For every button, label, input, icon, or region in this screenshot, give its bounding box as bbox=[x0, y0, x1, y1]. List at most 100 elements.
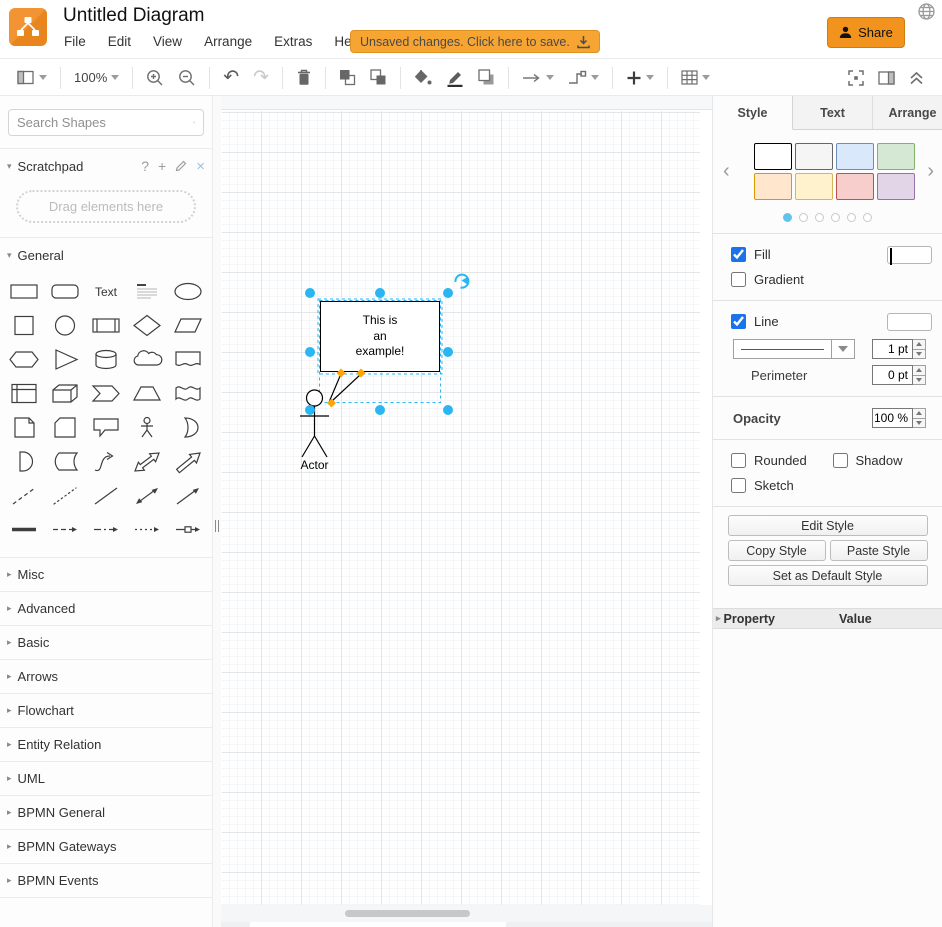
shape-diamond[interactable] bbox=[126, 309, 167, 343]
style-preset-swatch[interactable] bbox=[877, 143, 915, 170]
perimeter-spinner[interactable] bbox=[913, 365, 926, 385]
shape-trapezoid[interactable] bbox=[126, 377, 167, 411]
format-panel-toggle-button[interactable] bbox=[878, 71, 895, 85]
shape-document[interactable] bbox=[167, 343, 208, 377]
shape-or[interactable] bbox=[167, 411, 208, 445]
menu-view[interactable]: View bbox=[153, 34, 182, 49]
scratchpad-add-button[interactable]: + bbox=[158, 158, 166, 174]
connection-style-button[interactable] bbox=[522, 73, 554, 83]
shape-triangle[interactable] bbox=[45, 343, 86, 377]
copy-style-button[interactable]: Copy Style bbox=[728, 540, 826, 561]
opacity-spinner[interactable] bbox=[913, 408, 926, 428]
to-front-button[interactable] bbox=[339, 69, 356, 86]
shape-square[interactable] bbox=[4, 309, 45, 343]
scratchpad-close-button[interactable]: × bbox=[196, 158, 205, 175]
waypoint-style-button[interactable] bbox=[568, 70, 599, 85]
sidebar-section-basic[interactable]: ▸Basic bbox=[0, 625, 212, 659]
search-icon[interactable] bbox=[193, 115, 195, 130]
delete-button[interactable] bbox=[296, 69, 312, 86]
sidebar-section-flowchart[interactable]: ▸Flowchart bbox=[0, 693, 212, 727]
page-dot[interactable] bbox=[863, 213, 872, 222]
shape-callout[interactable] bbox=[86, 411, 127, 445]
gradient-checkbox[interactable] bbox=[731, 272, 746, 287]
unsaved-changes-banner[interactable]: Unsaved changes. Click here to save. bbox=[350, 30, 600, 53]
shape-line[interactable] bbox=[86, 479, 127, 513]
view-panels-button[interactable] bbox=[17, 70, 47, 85]
perimeter-input[interactable] bbox=[872, 365, 913, 385]
sidebar-section-misc[interactable]: ▸Misc bbox=[0, 557, 212, 591]
page-dot[interactable] bbox=[847, 213, 856, 222]
shape-cube[interactable] bbox=[45, 377, 86, 411]
line-style-dropdown[interactable] bbox=[733, 339, 832, 359]
rotate-handle-icon[interactable] bbox=[455, 275, 468, 288]
sidebar-section-advanced[interactable]: ▸Advanced bbox=[0, 591, 212, 625]
sidebar-splitter[interactable] bbox=[212, 96, 221, 927]
menu-arrange[interactable]: Arrange bbox=[204, 34, 252, 49]
sidebar-section-bpmn-gateways[interactable]: ▸BPMN Gateways bbox=[0, 829, 212, 863]
shape-bidirectional-arrow[interactable] bbox=[126, 445, 167, 479]
menu-file[interactable]: File bbox=[64, 34, 86, 49]
preset-next-icon[interactable]: › bbox=[927, 161, 934, 181]
preset-prev-icon[interactable]: ‹ bbox=[723, 161, 730, 181]
shape-hexagon[interactable] bbox=[4, 343, 45, 377]
shape-data-storage[interactable] bbox=[45, 445, 86, 479]
table-button[interactable] bbox=[681, 70, 710, 85]
zoom-out-button[interactable] bbox=[178, 69, 196, 87]
page-dot[interactable] bbox=[783, 213, 792, 222]
shape-card[interactable] bbox=[45, 411, 86, 445]
actor-shape[interactable] bbox=[300, 390, 329, 457]
style-preset-swatch[interactable] bbox=[836, 143, 874, 170]
horizontal-scrollbar-thumb[interactable] bbox=[345, 910, 470, 917]
shape-textbox[interactable] bbox=[126, 275, 167, 309]
search-shapes-input[interactable] bbox=[17, 115, 193, 130]
style-preset-swatch[interactable] bbox=[795, 143, 833, 170]
document-title[interactable]: Untitled Diagram bbox=[63, 5, 205, 27]
shape-cylinder[interactable] bbox=[86, 343, 127, 377]
canvas[interactable]: This is an example! Actor bbox=[221, 96, 712, 927]
shape-process[interactable] bbox=[86, 309, 127, 343]
edit-style-button[interactable]: Edit Style bbox=[728, 515, 928, 536]
style-preset-swatch[interactable] bbox=[795, 173, 833, 200]
line-checkbox[interactable] bbox=[731, 314, 746, 329]
shape-parallelogram[interactable] bbox=[167, 309, 208, 343]
shape-arrow-dashdot[interactable] bbox=[86, 513, 127, 547]
shape-bidirectional-connector[interactable] bbox=[126, 479, 167, 513]
undo-button[interactable]: ↶ bbox=[223, 70, 239, 86]
tab-text[interactable]: Text bbox=[793, 96, 873, 129]
shape-rounded-rectangle[interactable] bbox=[45, 275, 86, 309]
style-preset-swatch[interactable] bbox=[754, 143, 792, 170]
shape-arrow-dashed[interactable] bbox=[45, 513, 86, 547]
line-color-swatch-button[interactable] bbox=[887, 313, 932, 331]
insert-button[interactable] bbox=[626, 70, 654, 86]
selected-rectangle-shape[interactable] bbox=[321, 302, 440, 372]
line-color-button[interactable] bbox=[446, 69, 464, 87]
menu-edit[interactable]: Edit bbox=[108, 34, 131, 49]
edit-pencil-icon[interactable] bbox=[175, 160, 187, 172]
shape-tape[interactable] bbox=[167, 377, 208, 411]
opacity-input[interactable] bbox=[872, 408, 913, 428]
search-shapes-box[interactable] bbox=[8, 109, 204, 136]
shape-directional-connector[interactable] bbox=[167, 479, 208, 513]
edge-connector[interactable] bbox=[330, 375, 341, 401]
sidebar-section-bpmn-events[interactable]: ▸BPMN Events bbox=[0, 863, 212, 897]
shape-circle[interactable] bbox=[45, 309, 86, 343]
page-dot[interactable] bbox=[815, 213, 824, 222]
shape-arrow-dotted[interactable] bbox=[126, 513, 167, 547]
set-default-style-button[interactable]: Set as Default Style bbox=[728, 565, 928, 586]
tab-arrange[interactable]: Arrange bbox=[873, 96, 942, 129]
style-preset-swatch[interactable] bbox=[836, 173, 874, 200]
shape-and[interactable] bbox=[4, 445, 45, 479]
rounded-checkbox[interactable] bbox=[731, 453, 746, 468]
shape-arrow-label[interactable] bbox=[167, 513, 208, 547]
shadow-button[interactable] bbox=[478, 69, 495, 86]
style-preset-swatch[interactable] bbox=[754, 173, 792, 200]
shadow-checkbox[interactable] bbox=[833, 453, 848, 468]
fill-color-button[interactable] bbox=[414, 69, 432, 86]
menu-extras[interactable]: Extras bbox=[274, 34, 312, 49]
to-back-button[interactable] bbox=[370, 69, 387, 86]
page-dot[interactable] bbox=[799, 213, 808, 222]
property-table-header[interactable]: ▸ Property Value bbox=[713, 608, 942, 629]
shape-note[interactable] bbox=[4, 411, 45, 445]
fill-color-swatch-button[interactable] bbox=[887, 246, 932, 264]
sketch-checkbox[interactable] bbox=[731, 478, 746, 493]
